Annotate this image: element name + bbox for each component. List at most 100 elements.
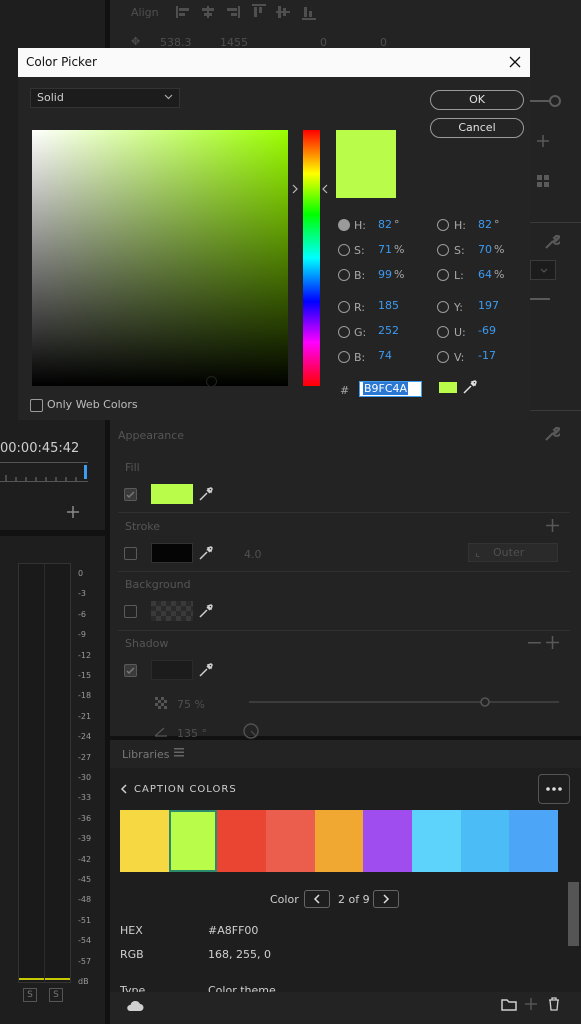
shadow-angle[interactable]: 135 ° [177, 727, 207, 740]
yuv-u-value[interactable]: -69 [478, 324, 496, 337]
background-checkbox[interactable] [124, 605, 137, 618]
shadow-color-swatch[interactable] [151, 660, 193, 680]
solo-left-button[interactable]: S [23, 988, 37, 1002]
theme-swatch[interactable] [314, 810, 364, 872]
more-options-button[interactable] [538, 774, 570, 804]
slider-knob-icon[interactable] [530, 94, 562, 108]
theme-swatch[interactable] [266, 810, 315, 872]
hue-slider[interactable] [303, 130, 320, 386]
prev-color-button[interactable] [304, 890, 330, 908]
hsl-h-radio[interactable] [437, 219, 449, 231]
yuv-y-radio[interactable] [437, 301, 449, 313]
meter-tick-label: -27 [78, 752, 92, 762]
hsb-h-radio[interactable] [338, 219, 350, 231]
stroke-width[interactable]: 4.0 [244, 548, 262, 561]
hue-left-arrow-icon[interactable] [292, 184, 298, 194]
hsl-s-radio[interactable] [437, 244, 449, 256]
hsl-h-value[interactable]: 82 [478, 218, 492, 231]
theme-swatch[interactable] [168, 810, 218, 872]
shadow-checkbox[interactable] [124, 664, 137, 677]
hsb-b-radio[interactable] [338, 269, 350, 281]
minus-icon[interactable] [530, 298, 550, 301]
theme-swatch[interactable] [363, 810, 413, 872]
fill-color-swatch[interactable] [151, 484, 193, 504]
appearance-label: Appearance [118, 429, 185, 442]
angle-dial-icon[interactable] [243, 723, 259, 739]
shadow-opacity-slider[interactable] [249, 697, 559, 707]
rgb-r-value[interactable]: 185 [378, 299, 399, 312]
theme-swatch[interactable] [120, 810, 169, 872]
shadow-opacity[interactable]: 75 % [177, 698, 205, 711]
yuv-y-value[interactable]: 197 [478, 299, 499, 312]
theme-swatch[interactable] [217, 810, 267, 872]
theme-swatch[interactable] [460, 810, 510, 872]
hue-right-arrow-icon[interactable] [322, 184, 328, 194]
solo-right-button[interactable]: S [49, 988, 63, 1002]
wrench-icon[interactable] [544, 234, 560, 250]
appearance-wrench-icon[interactable] [544, 426, 560, 442]
yuv-u-radio[interactable] [437, 326, 449, 338]
background-color-swatch[interactable] [151, 601, 193, 621]
next-color-button[interactable] [373, 890, 399, 908]
add-icon[interactable] [536, 134, 550, 148]
rgb-label: RGB [120, 948, 144, 961]
collection-title[interactable]: CAPTION COLORS [134, 784, 237, 795]
scrollbar-thumb[interactable] [568, 882, 579, 946]
grid-icon[interactable] [537, 175, 550, 188]
ok-button[interactable]: OK [430, 90, 524, 110]
align-buttons[interactable] [176, 4, 321, 20]
stroke-eyedropper-icon[interactable] [198, 545, 214, 561]
dialog-title: Color Picker [18, 48, 530, 77]
trash-icon[interactable] [548, 997, 560, 1011]
web-colors-box[interactable] [30, 398, 43, 412]
back-chevron-icon[interactable] [120, 784, 128, 794]
meter-tick-label: -39 [78, 834, 92, 844]
color-field-cursor[interactable] [206, 376, 217, 387]
hsb-b-value[interactable]: 99 [378, 268, 392, 281]
rgb-b-radio[interactable] [338, 351, 350, 363]
hsl-s-value[interactable]: 70 [478, 243, 492, 256]
theme-swatch[interactable] [412, 810, 461, 872]
eyedropper-icon[interactable] [462, 379, 478, 395]
hsb-s-radio[interactable] [338, 244, 350, 256]
theme-swatch[interactable] [509, 810, 559, 872]
saturation-brightness-field[interactable] [32, 130, 288, 387]
stroke-position-select[interactable]: ⌞ Outer [468, 543, 558, 562]
timecode[interactable]: 00:00:45:42 [0, 441, 79, 456]
hex-input[interactable]: B9FC4A [359, 381, 422, 397]
rgb-g-radio[interactable] [338, 326, 350, 338]
close-icon[interactable] [508, 55, 522, 69]
add-element-icon[interactable] [524, 997, 538, 1011]
shadow-add-icon[interactable] [546, 636, 559, 649]
yuv-v-value[interactable]: -17 [478, 349, 496, 362]
libraries-header: Libraries [110, 740, 581, 768]
shadow-eyedropper-icon[interactable] [198, 662, 214, 678]
shadow-remove-icon[interactable] [528, 642, 541, 645]
hsl-l-radio[interactable] [437, 269, 449, 281]
color-theme-swatches [120, 810, 559, 872]
stroke-color-swatch[interactable] [151, 543, 193, 563]
fill-checkbox[interactable] [124, 488, 137, 501]
background-eyedropper-icon[interactable] [198, 603, 214, 619]
rgb-r-radio[interactable] [338, 301, 350, 313]
add-track-icon[interactable] [67, 506, 79, 518]
hsl-l-value[interactable]: 64 [478, 268, 492, 281]
libraries-menu-icon[interactable] [174, 747, 184, 757]
strip-divider [530, 222, 581, 223]
cloud-icon[interactable] [126, 1000, 144, 1012]
timeline-ruler[interactable] [0, 462, 88, 482]
stroke-add-icon[interactable] [546, 519, 559, 532]
fill-eyedropper-icon[interactable] [198, 486, 214, 502]
yuv-v-radio[interactable] [437, 351, 449, 363]
hsb-s-value[interactable]: 71 [378, 243, 392, 256]
rgb-b-value[interactable]: 74 [378, 349, 392, 362]
stroke-checkbox[interactable] [124, 547, 137, 560]
only-web-colors-checkbox[interactable]: Only Web Colors [30, 398, 138, 412]
hsb-h-value[interactable]: 82 [378, 218, 392, 231]
fill-type-select[interactable]: Solid [30, 88, 180, 108]
rgb-g-value[interactable]: 252 [378, 324, 399, 337]
cancel-button[interactable]: Cancel [430, 118, 524, 138]
folder-icon[interactable] [501, 998, 517, 1011]
dropdown-stub[interactable] [530, 260, 556, 280]
audio-meter [18, 563, 71, 983]
